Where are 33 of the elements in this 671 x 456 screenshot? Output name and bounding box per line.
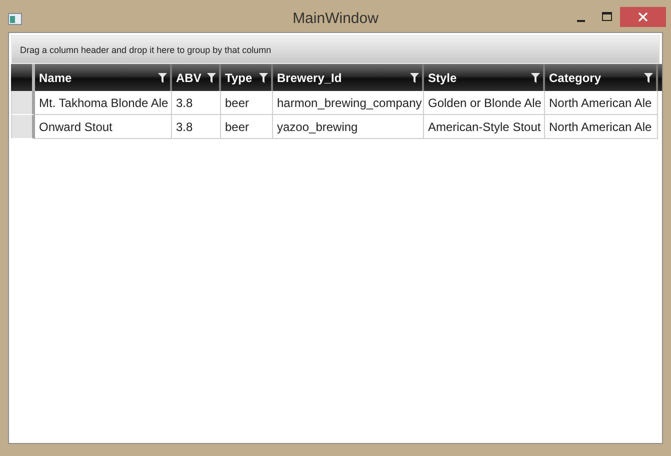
window-title: MainWindow	[292, 10, 378, 27]
table-cell: 3.8	[172, 91, 221, 115]
row-header[interactable]	[11, 115, 35, 139]
filter-icon[interactable]	[158, 72, 167, 82]
column-header[interactable]: ABV	[172, 64, 221, 91]
table-cell: American-Style Stout	[424, 115, 545, 139]
column-header[interactable]: Style	[424, 64, 545, 91]
table-cell: beer	[221, 91, 273, 115]
column-header[interactable]: Category	[545, 64, 658, 91]
table-cell: harmon_brewing_company	[273, 91, 424, 115]
filter-icon[interactable]	[644, 72, 653, 82]
filter-icon[interactable]	[259, 72, 268, 82]
table-cell: Onward Stout	[35, 115, 172, 139]
table-cell: 3.8	[172, 115, 221, 139]
filter-icon[interactable]	[531, 72, 540, 82]
close-button[interactable]	[620, 7, 666, 27]
close-icon	[638, 12, 648, 22]
table-cell: yazoo_brewing	[273, 115, 424, 139]
filter-icon[interactable]	[410, 72, 419, 82]
column-header[interactable]: Name	[35, 64, 172, 91]
table-cell: North American Ale	[545, 91, 658, 115]
app-icon	[8, 12, 22, 24]
table-cell: Mt. Takhoma Blonde Ale	[35, 91, 172, 115]
maximize-icon	[602, 12, 612, 22]
filter-icon[interactable]	[207, 72, 216, 82]
group-panel[interactable]: Drag a column header and drop it here to group by that column	[11, 35, 660, 64]
table-cell: Golden or Blonde Ale	[424, 91, 545, 115]
column-header[interactable]: Type	[221, 64, 273, 91]
select-all-header[interactable]	[11, 64, 35, 91]
column-header[interactable]: Brewery_Id	[273, 64, 424, 91]
minimize-icon	[577, 20, 585, 22]
table-cell: beer	[221, 115, 273, 139]
table-cell: North American Ale	[545, 115, 658, 139]
